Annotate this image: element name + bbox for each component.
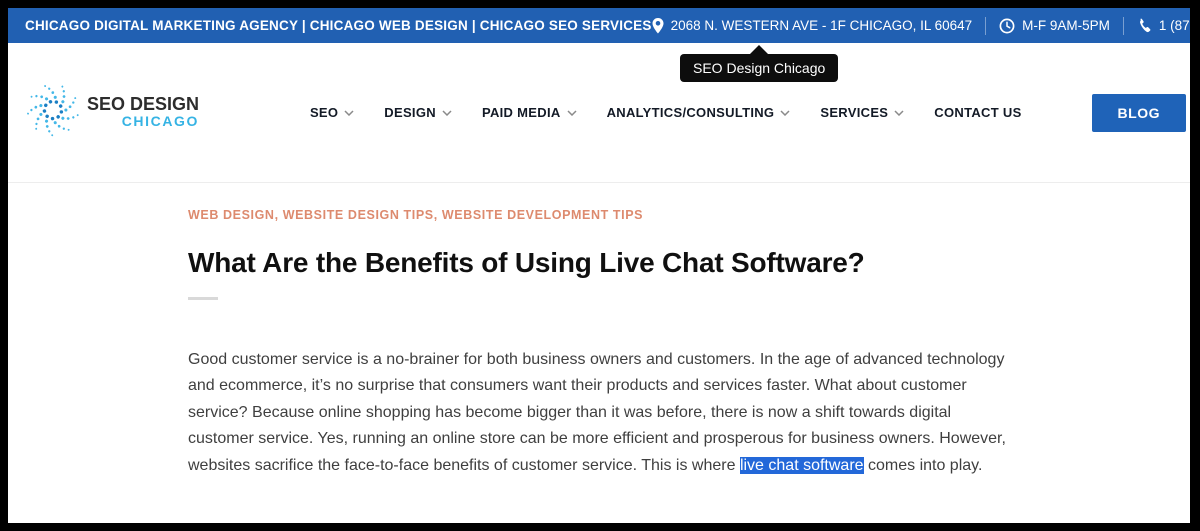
clock-icon [999,18,1015,34]
category-links: WEB DESIGN, WEBSITE DESIGN TIPS, WEBSITE… [188,208,1190,222]
phone-icon [1137,18,1152,33]
nav-item-design[interactable]: DESIGN [384,105,452,120]
category-link-website-design-tips[interactable]: WEBSITE DESIGN TIPS [283,208,434,222]
article-paragraph: Good customer service is a no-brainer fo… [188,347,1006,480]
logo-line1: SEO DESIGN [87,95,199,114]
logo-tooltip: SEO Design Chicago [680,54,838,82]
topbar-headline: CHICAGO DIGITAL MARKETING AGENCY | CHICA… [25,18,652,33]
article-title: What Are the Benefits of Using Live Chat… [188,246,1190,280]
category-link-web-design[interactable]: WEB DESIGN [188,208,275,222]
category-separator: , [275,208,283,222]
nav-label: CONTACT US [934,105,1021,120]
paragraph-text-before: Good customer service is a no-brainer fo… [188,351,1006,474]
logo-text: SEO DESIGN CHICAGO [87,95,199,129]
nav-item-services[interactable]: SERVICES [820,105,904,120]
nav-label: SEO [310,105,338,120]
site-header: SEO DESIGN CHICAGO SEO DESIGN PAID MEDIA… [8,43,1190,183]
topbar-phone[interactable]: 1 (872) 213-7314 [1137,18,1200,33]
paragraph-text-after: comes into play. [864,457,983,474]
topbar-info-group: 2068 N. WESTERN AVE - 1F CHICAGO, IL 606… [652,17,1200,35]
nav-item-analytics-consulting[interactable]: ANALYTICS/CONSULTING [607,105,791,120]
topbar-hours: M-F 9AM-5PM [999,18,1110,34]
topbar-address: 2068 N. WESTERN AVE - 1F CHICAGO, IL 606… [652,18,973,34]
live-chat-software-link[interactable]: live chat software [740,457,864,474]
main-nav: SEO DESIGN PAID MEDIA ANALYTICS/CONSULTI… [310,94,1186,132]
nav-item-seo[interactable]: SEO [310,105,354,120]
chevron-down-icon [344,110,354,116]
nav-label: PAID MEDIA [482,105,561,120]
tooltip-arrow-icon [750,45,768,54]
chevron-down-icon [894,110,904,116]
page: CHICAGO DIGITAL MARKETING AGENCY | CHICA… [0,0,1200,531]
title-divider [188,297,218,300]
topbar-divider [985,17,986,35]
topbar-divider [1123,17,1124,35]
chevron-down-icon [567,110,577,116]
nav-label: ANALYTICS/CONSULTING [607,105,775,120]
nav-label: SERVICES [820,105,888,120]
nav-label: DESIGN [384,105,436,120]
category-link-website-development-tips[interactable]: WEBSITE DEVELOPMENT TIPS [442,208,643,222]
nav-item-contact-us[interactable]: CONTACT US [934,105,1021,120]
topbar-hours-text: M-F 9AM-5PM [1022,18,1110,33]
article-content: WEB DESIGN, WEBSITE DESIGN TIPS, WEBSITE… [8,183,1190,479]
site-logo[interactable]: SEO DESIGN CHICAGO [24,81,199,144]
chevron-down-icon [780,110,790,116]
topbar-phone-text: 1 (872) 213-7314 [1159,18,1200,33]
logo-spiral-icon [24,81,82,144]
topbar: CHICAGO DIGITAL MARKETING AGENCY | CHICA… [8,8,1190,43]
category-separator: , [434,208,442,222]
blog-button[interactable]: BLOG [1092,94,1186,132]
tooltip-text: SEO Design Chicago [693,60,825,76]
chevron-down-icon [442,110,452,116]
nav-item-paid-media[interactable]: PAID MEDIA [482,105,577,120]
map-pin-icon [652,18,664,34]
logo-line2: CHICAGO [122,114,199,129]
topbar-address-text: 2068 N. WESTERN AVE - 1F CHICAGO, IL 606… [671,18,973,33]
